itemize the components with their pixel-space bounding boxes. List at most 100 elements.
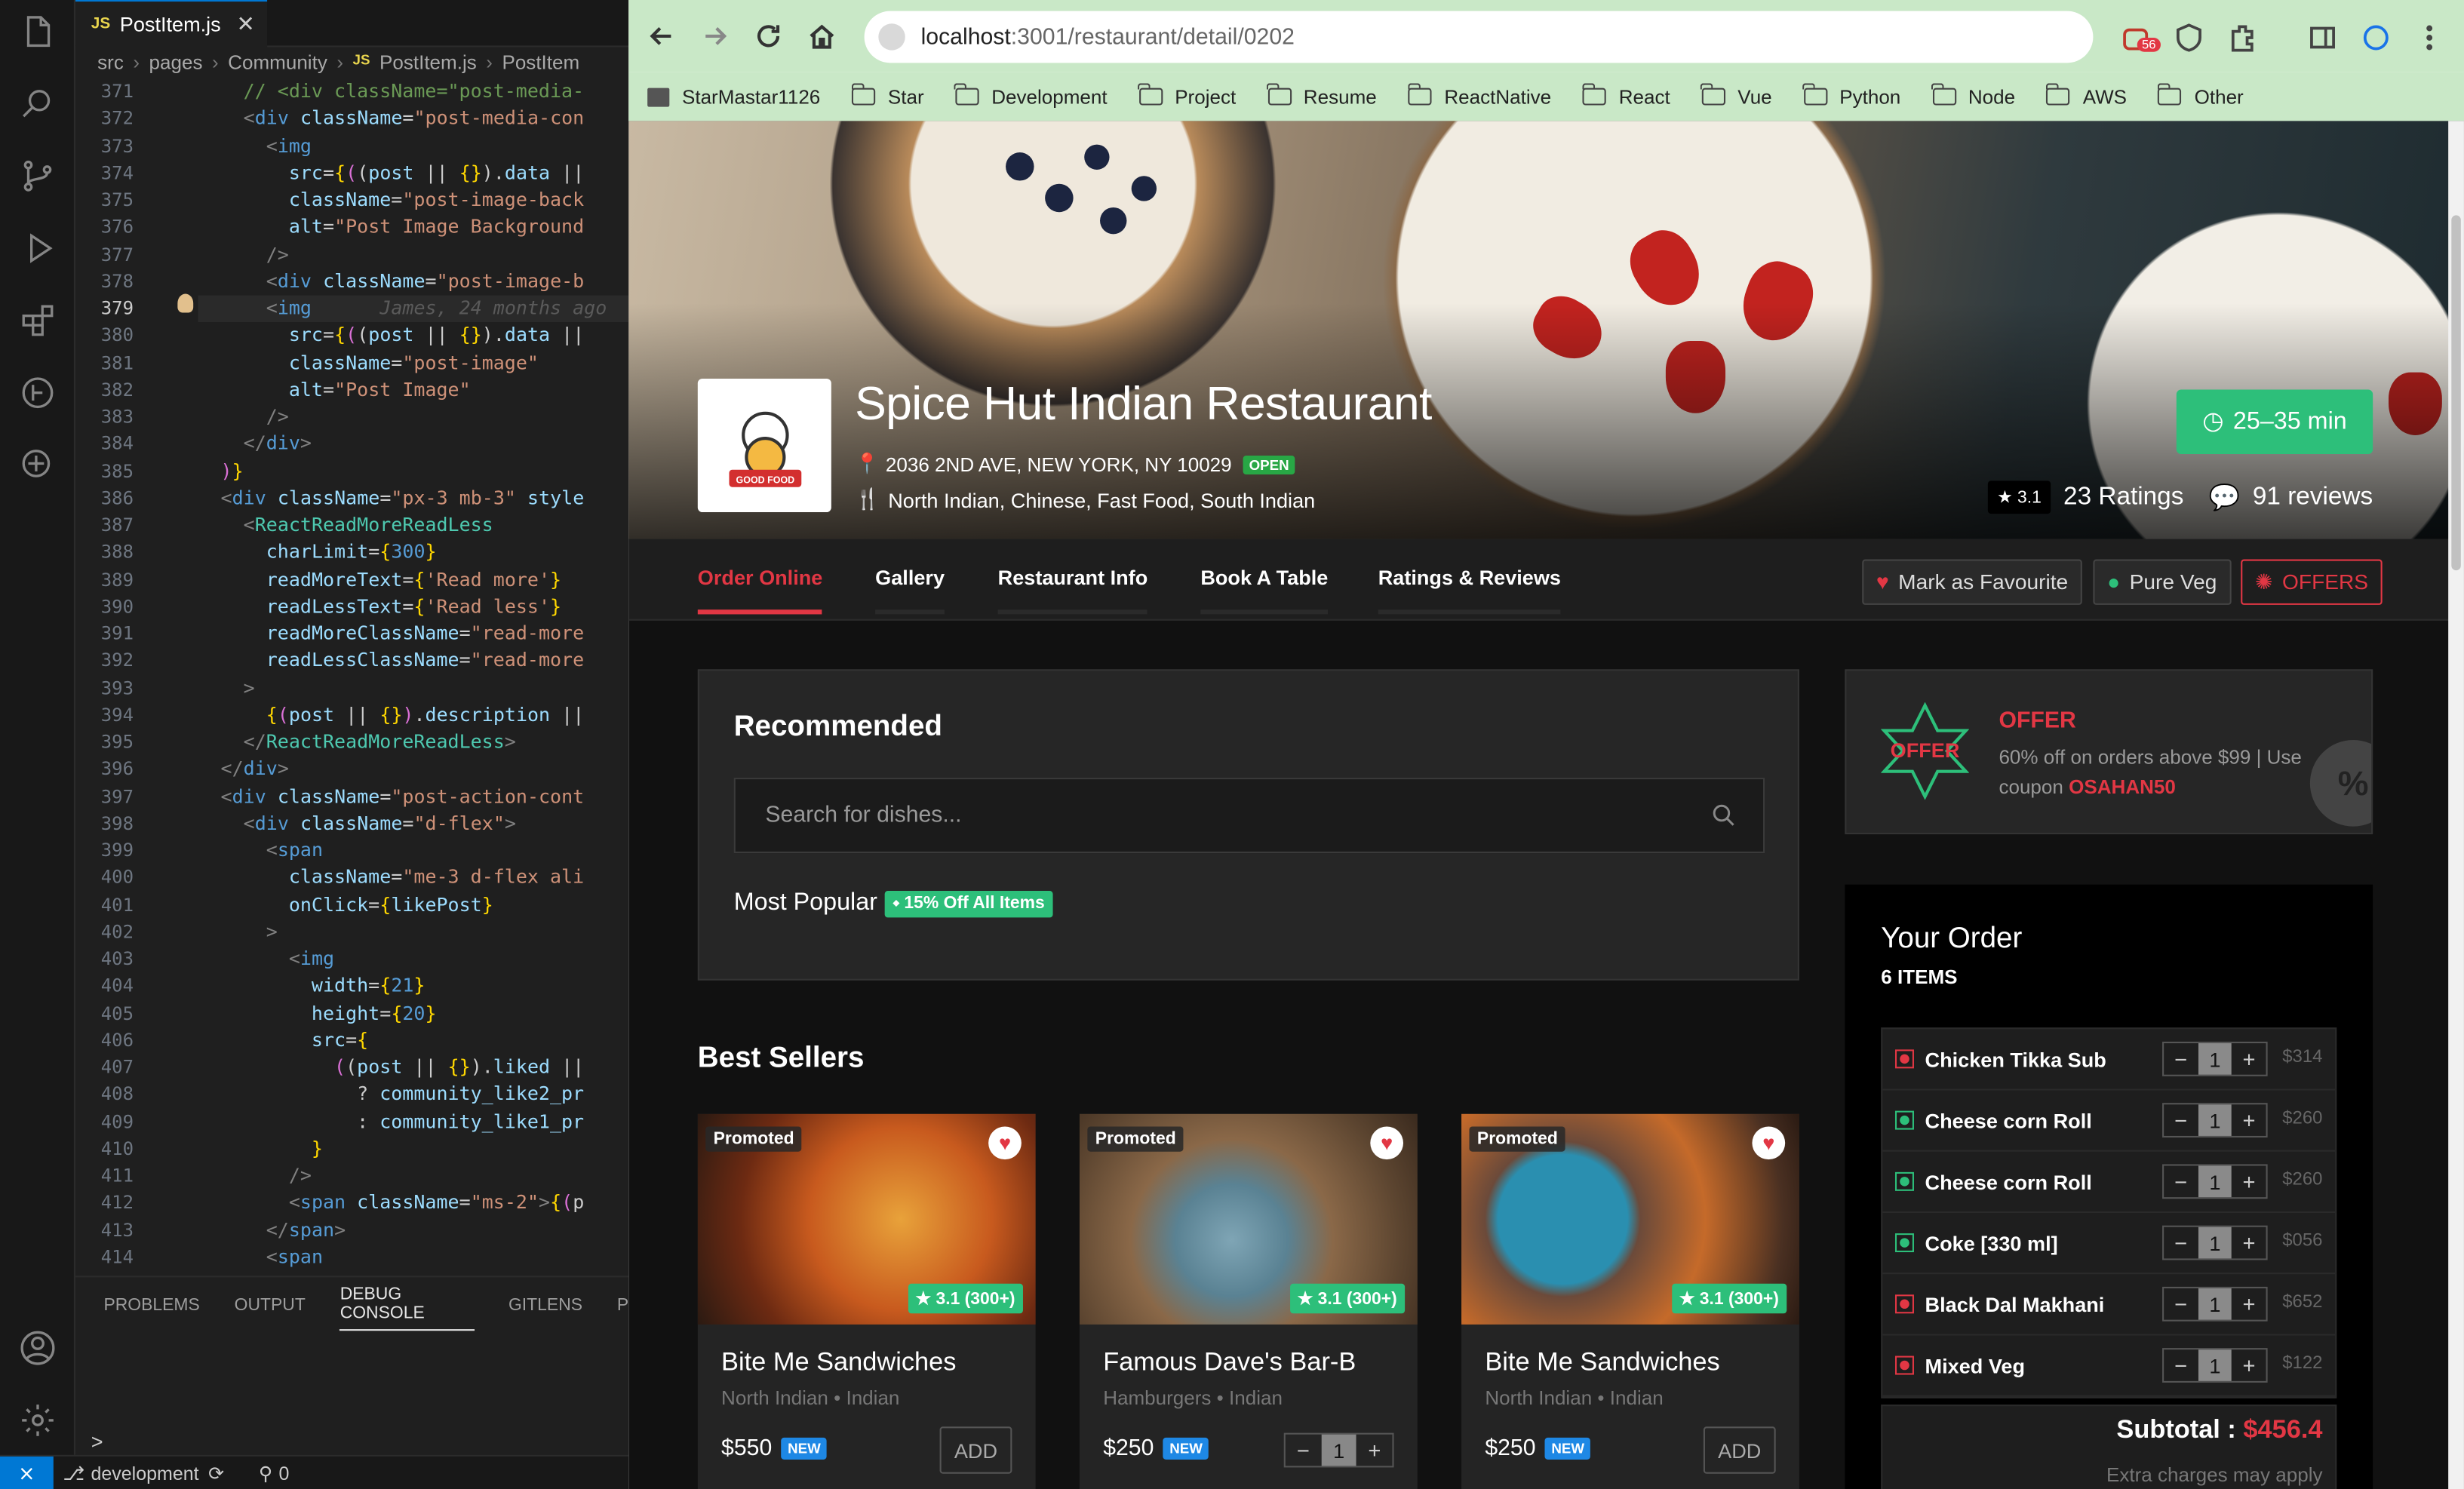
plus-icon[interactable]: +	[2232, 1104, 2266, 1136]
reload-icon[interactable]	[753, 20, 785, 52]
minus-icon[interactable]: −	[2164, 1043, 2198, 1075]
ports-icon[interactable]: ⚲	[259, 1462, 272, 1484]
plus-icon[interactable]: +	[2232, 1227, 2266, 1259]
dish-card[interactable]: Promoted ♥ ★ 3.1 (300+) Bite Me Sandwich…	[1461, 1113, 1799, 1489]
puzzle-extensions-icon[interactable]	[2226, 22, 2258, 54]
minus-icon[interactable]: −	[2164, 1227, 2198, 1259]
tab-problems[interactable]: PROBLEMS	[103, 1295, 199, 1314]
plus-icon[interactable]: +	[1356, 1435, 1392, 1466]
quantity-stepper[interactable]: − 1 +	[2162, 1041, 2268, 1076]
heart-icon[interactable]: ♥	[1370, 1126, 1404, 1160]
quantity-stepper[interactable]: − 1 +	[2162, 1286, 2268, 1322]
code-editor[interactable]: // <div className="post-media- <div clas…	[198, 78, 629, 1271]
quantity-value[interactable]: 1	[2198, 1043, 2232, 1075]
heart-icon[interactable]: ♥	[988, 1126, 1022, 1160]
offer-card[interactable]: OFFER OFFER 60% off on orders above $99 …	[1845, 669, 2373, 835]
add-button[interactable]: ADD	[939, 1426, 1012, 1474]
minus-icon[interactable]: −	[2164, 1349, 2198, 1381]
account-icon[interactable]	[19, 1329, 57, 1367]
bookmark-item[interactable]: Python	[1802, 83, 1900, 108]
side-panel-icon[interactable]	[2307, 22, 2339, 54]
shield-extension-icon[interactable]	[2174, 22, 2205, 54]
heart-icon[interactable]: ♥	[1752, 1126, 1786, 1160]
tab-ratings-reviews[interactable]: Ratings & Reviews	[1378, 566, 1562, 615]
minus-icon[interactable]: −	[2164, 1166, 2198, 1198]
bookmark-item[interactable]: StarMastar1126	[647, 86, 820, 108]
console-prompt[interactable]: >	[91, 1429, 103, 1453]
quantity-value[interactable]: 1	[2198, 1165, 2232, 1198]
bookmark-item[interactable]: ReactNative	[1407, 83, 1551, 108]
search-icon[interactable]	[1711, 803, 1734, 826]
add-button[interactable]: ADD	[1703, 1426, 1776, 1474]
breadcrumb-item[interactable]: Community	[228, 52, 327, 74]
dish-card[interactable]: Promoted ♥ ★ 3.1 (300+) Famous Dave's Ba…	[1079, 1113, 1418, 1489]
bookmark-item[interactable]: AWS	[2045, 83, 2127, 108]
dish-card[interactable]: Promoted ♥ ★ 3.1 (300+) Bite Me Sandwich…	[697, 1113, 1036, 1489]
plus-icon[interactable]: +	[2232, 1349, 2266, 1381]
bookmark-item[interactable]: React	[1581, 83, 1670, 108]
tab-book-a-table[interactable]: Book A Table	[1200, 566, 1329, 615]
close-icon[interactable]: ✕	[237, 11, 255, 38]
sync-icon[interactable]: ⟳	[208, 1462, 224, 1484]
quantity-value[interactable]: 1	[2198, 1288, 2232, 1320]
run-debug-icon[interactable]	[19, 229, 57, 267]
plus-icon[interactable]: +	[2232, 1288, 2266, 1320]
gitlens-icon[interactable]	[19, 374, 57, 412]
breadcrumb-item[interactable]: PostItem.js	[379, 52, 477, 74]
quantity-stepper[interactable]: − 1 +	[2162, 1348, 2268, 1383]
tab-gitlens[interactable]: GITLENS	[508, 1295, 582, 1314]
bookmark-item[interactable]: Other	[2157, 83, 2244, 108]
editor-tab-postitem[interactable]: JS PostItem.js ✕	[75, 0, 268, 48]
quantity-stepper[interactable]: − 1 +	[2162, 1225, 2268, 1260]
extensions-icon[interactable]	[19, 302, 57, 339]
bookmark-item[interactable]: Project	[1138, 83, 1236, 108]
ratings-count[interactable]: 23 Ratings	[2063, 483, 2183, 511]
remote-explorer-icon[interactable]	[19, 447, 57, 484]
remote-indicator-icon[interactable]: ⨯	[0, 1455, 54, 1489]
profile-icon[interactable]	[2361, 22, 2392, 54]
plus-icon[interactable]: +	[2232, 1043, 2266, 1075]
branch-name[interactable]: development	[91, 1462, 198, 1484]
menu-kebab-icon[interactable]	[2413, 22, 2445, 54]
tab-gallery[interactable]: Gallery	[875, 566, 945, 615]
breadcrumb-item[interactable]: src	[97, 52, 124, 74]
bookmark-item[interactable]: Star	[850, 83, 924, 108]
quantity-value[interactable]: 1	[2198, 1104, 2232, 1136]
tab-debug-console[interactable]: DEBUG CONSOLE	[339, 1285, 475, 1331]
quantity-stepper[interactable]: − 1 +	[2162, 1103, 2268, 1138]
lightbulb-icon[interactable]	[177, 293, 194, 313]
back-icon[interactable]	[646, 20, 677, 52]
plus-icon[interactable]: +	[2232, 1166, 2266, 1198]
scrollbar-thumb[interactable]	[2451, 215, 2461, 571]
reviews-count[interactable]: 91 reviews	[2253, 483, 2373, 511]
bookmark-item[interactable]: Resume	[1266, 83, 1377, 108]
home-icon[interactable]	[806, 20, 838, 52]
minus-icon[interactable]: −	[2164, 1288, 2198, 1320]
quantity-stepper[interactable]: − 1 +	[2162, 1164, 2268, 1199]
settings-gear-icon[interactable]	[19, 1402, 57, 1439]
quantity-stepper[interactable]: − 1 +	[1283, 1432, 1394, 1468]
minus-icon[interactable]: −	[2164, 1104, 2198, 1136]
breadcrumb-item[interactable]: PostItem	[502, 52, 579, 74]
bookmark-item[interactable]: Vue	[1701, 83, 1772, 108]
forward-icon[interactable]	[699, 20, 731, 52]
search-dishes-input[interactable]: Search for dishes...	[733, 778, 1765, 854]
tab-restaurant-info[interactable]: Restaurant Info	[997, 566, 1148, 615]
tab-order-online[interactable]: Order Online	[697, 566, 823, 615]
explorer-icon[interactable]	[19, 13, 57, 51]
tab-output[interactable]: OUTPUT	[235, 1295, 306, 1314]
ports-count[interactable]: 0	[279, 1462, 290, 1484]
source-control-icon[interactable]	[19, 157, 57, 195]
quantity-value[interactable]: 1	[2198, 1227, 2232, 1259]
page-scrollbar[interactable]	[2448, 121, 2464, 1489]
site-info-icon[interactable]	[878, 23, 905, 51]
mark-favourite-button[interactable]: ♥ Mark as Favourite	[1862, 559, 2082, 605]
minus-icon[interactable]: −	[1286, 1435, 1321, 1466]
quantity-value[interactable]: 1	[1321, 1434, 1357, 1466]
address-bar[interactable]: localhost:3001/restaurant/detail/0202	[864, 11, 2094, 63]
bookmark-item[interactable]: Development	[954, 83, 1108, 108]
search-icon[interactable]	[19, 84, 57, 122]
pure-veg-button[interactable]: ● Pure Veg	[2093, 559, 2232, 605]
offers-button[interactable]: ✺ OFFERS	[2241, 559, 2383, 605]
bookmark-item[interactable]: Node	[1931, 83, 2015, 108]
